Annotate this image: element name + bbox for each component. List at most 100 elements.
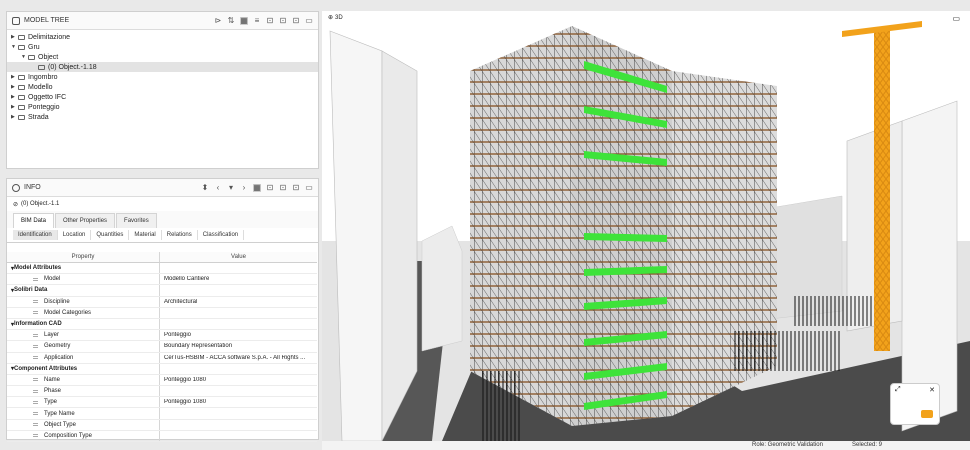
tree-item[interactable]: (0) Object.-1.18 bbox=[7, 62, 318, 72]
property-label: Geometry bbox=[44, 343, 71, 350]
property-row[interactable]: Name Ponteggio 1080 bbox=[7, 374, 317, 387]
property-label: Layer bbox=[44, 332, 60, 339]
tab-bim-data[interactable]: BIM Data bbox=[13, 213, 55, 228]
chevron-right-icon[interactable]: ▶ bbox=[11, 104, 17, 110]
property-icon bbox=[33, 333, 38, 337]
status-selected: Selected: 9 bbox=[852, 442, 883, 448]
property-name: Model bbox=[7, 274, 160, 285]
subtab-location[interactable]: Location bbox=[58, 230, 92, 240]
tab-other-properties[interactable]: Other Properties bbox=[55, 213, 116, 228]
tree-item-label: Delimitazione bbox=[28, 33, 71, 41]
tree-item[interactable]: ▶ Oggetto IFC bbox=[7, 92, 318, 102]
property-name: Name bbox=[7, 374, 160, 386]
chevron-right-icon[interactable]: ▶ bbox=[11, 34, 17, 40]
folder-icon bbox=[18, 94, 25, 100]
model-tree-panel: MODEL TREE ⊳ ⇅ ▦ ≡ ⊡ ⊡ ⊡ ▭ ▶ Delimitazion… bbox=[6, 11, 319, 169]
property-row[interactable]: Application CerTus-HSBIM - ACCA software … bbox=[7, 352, 317, 364]
property-name: Discipline bbox=[7, 296, 160, 307]
unlock-icon[interactable]: ⊡ bbox=[279, 16, 287, 25]
chevron-right-icon[interactable]: ▶ bbox=[11, 74, 17, 80]
export-icon[interactable]: ⊡ bbox=[292, 16, 300, 25]
property-name: Phase bbox=[7, 386, 160, 397]
viewport-header: ⊕ 3D bbox=[328, 14, 343, 22]
subtab-classification[interactable]: Classification bbox=[198, 230, 245, 240]
tree-item[interactable]: ▼ Gru bbox=[7, 42, 318, 52]
col-property: Property bbox=[7, 252, 160, 262]
chevron-right-icon[interactable]: ▶ bbox=[11, 84, 17, 90]
tree-item[interactable]: ▶ Ingombro bbox=[7, 72, 318, 82]
property-row[interactable]: Discipline Architectural bbox=[7, 296, 317, 308]
chevron-right-icon[interactable]: ▶ bbox=[11, 94, 17, 100]
viewport-3d[interactable]: ⊕ 3D ▭ ⤢ ✕ bbox=[322, 11, 970, 441]
dropdown-icon[interactable]: ▾ bbox=[227, 183, 235, 192]
property-group[interactable]: ▾ Component Attributes bbox=[7, 363, 317, 375]
property-row[interactable]: Type Name bbox=[7, 408, 317, 420]
property-row[interactable]: Model Modello Cantiere bbox=[7, 274, 317, 286]
grid-view-icon[interactable]: ▦ bbox=[253, 183, 261, 192]
tree-item[interactable]: ▼ Object bbox=[7, 52, 318, 62]
property-row[interactable]: Object Type bbox=[7, 419, 317, 431]
property-value: Boundary Representation bbox=[164, 343, 233, 350]
tab-favorites[interactable]: Favorites bbox=[116, 213, 157, 228]
chevron-down-icon[interactable]: ▼ bbox=[21, 54, 27, 60]
next-icon[interactable]: › bbox=[240, 183, 248, 192]
window-icon[interactable]: ▭ bbox=[305, 16, 313, 25]
lock-icon[interactable]: ⊡ bbox=[266, 183, 274, 192]
pin-icon[interactable]: ⬍ bbox=[201, 183, 209, 192]
tree-item[interactable]: ▶ Ponteggio bbox=[7, 102, 318, 112]
navigation-widget[interactable]: ⤢ ✕ bbox=[890, 383, 940, 425]
window-icon[interactable]: ▭ bbox=[305, 183, 313, 192]
filter-icon[interactable]: ⊳ bbox=[214, 16, 222, 25]
lock-icon[interactable]: ⊡ bbox=[266, 16, 274, 25]
prev-icon[interactable]: ‹ bbox=[214, 183, 222, 192]
subtab-quantities[interactable]: Quantities bbox=[91, 230, 130, 240]
object-icon bbox=[38, 64, 45, 70]
property-group[interactable]: ▾ Model Attributes bbox=[7, 263, 317, 275]
fence-left bbox=[482, 371, 522, 441]
property-group[interactable]: ▾ Information CAD bbox=[7, 318, 317, 331]
tree-view-icon[interactable]: ≡ bbox=[253, 16, 261, 25]
property-name: ▾ Information CAD bbox=[7, 318, 160, 330]
subtab-material[interactable]: Material bbox=[129, 230, 162, 240]
grid-view-icon[interactable]: ▦ bbox=[240, 16, 248, 25]
property-row[interactable]: Phase bbox=[7, 386, 317, 398]
property-row[interactable]: Layer Ponteggio bbox=[7, 330, 317, 342]
tree-item-label: Ponteggio bbox=[28, 103, 60, 111]
chevron-down-icon[interactable]: ▼ bbox=[11, 44, 17, 50]
property-icon bbox=[33, 378, 38, 382]
tree-item-label: (0) Object.-1.18 bbox=[48, 63, 97, 71]
property-value: Ponteggio bbox=[164, 332, 192, 339]
sort-icon[interactable]: ⇅ bbox=[227, 16, 235, 25]
property-label: Discipline bbox=[44, 298, 70, 305]
viewport-title: 3D bbox=[335, 14, 343, 21]
chevron-right-icon[interactable]: ▶ bbox=[11, 114, 17, 120]
link-icon: ⊘ bbox=[13, 201, 19, 208]
property-name: ▾ Model Attributes bbox=[7, 263, 160, 274]
property-row[interactable]: Composition Type bbox=[7, 430, 317, 442]
property-name: Geometry bbox=[7, 341, 160, 352]
export-icon[interactable]: ⊡ bbox=[292, 183, 300, 192]
back-block bbox=[421, 225, 463, 352]
tree-item-label: Ingombro bbox=[28, 73, 58, 81]
subtab-relations[interactable]: Relations bbox=[162, 230, 198, 240]
unlock-icon[interactable]: ⊡ bbox=[279, 183, 287, 192]
viewport-window-icon[interactable]: ▭ bbox=[952, 14, 960, 23]
property-row[interactable]: Geometry Boundary Representation bbox=[7, 341, 317, 353]
tree-item[interactable]: ▶ Modello bbox=[7, 82, 318, 92]
tree-item[interactable]: ▶ Strada bbox=[7, 112, 318, 122]
property-icon bbox=[33, 412, 38, 416]
expand-icon[interactable]: ⤢ bbox=[895, 386, 901, 394]
camera-icon[interactable] bbox=[921, 410, 933, 418]
property-row[interactable]: Type Ponteggio 1080 bbox=[7, 397, 317, 409]
property-row[interactable]: Model Categories bbox=[7, 307, 317, 319]
fence-right bbox=[792, 296, 872, 326]
property-label: Model Attributes bbox=[14, 265, 62, 272]
property-icon bbox=[33, 277, 38, 281]
tree-item[interactable]: ▶ Delimitazione bbox=[7, 32, 318, 42]
property-group[interactable]: ▾ Solibri Data bbox=[7, 285, 317, 297]
property-name: ▾ Component Attributes bbox=[7, 363, 160, 374]
subtab-identification[interactable]: Identification bbox=[13, 230, 58, 240]
property-value: Modello Cantiere bbox=[164, 276, 210, 283]
fence-front bbox=[732, 331, 842, 371]
close-icon[interactable]: ✕ bbox=[929, 386, 935, 394]
